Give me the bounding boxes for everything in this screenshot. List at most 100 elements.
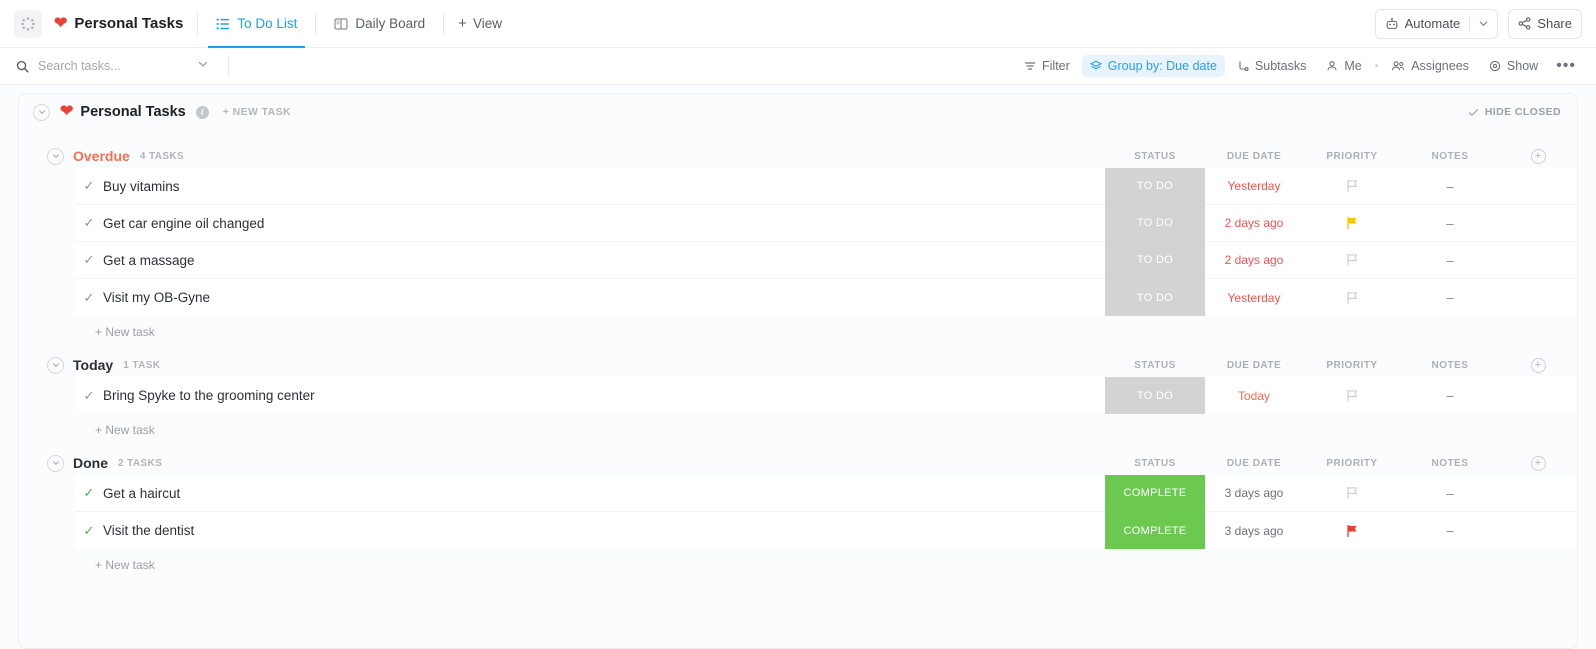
add-column-icon[interactable]: + bbox=[1530, 455, 1546, 471]
status-badge[interactable]: TO DO bbox=[1105, 204, 1205, 242]
flag-red-icon bbox=[1346, 524, 1357, 537]
priority-flag[interactable] bbox=[1303, 486, 1401, 500]
notes-cell[interactable]: – bbox=[1401, 253, 1499, 268]
search-chevron-down-icon[interactable] bbox=[197, 57, 209, 75]
new-task-row[interactable]: + New task bbox=[19, 316, 1577, 339]
column-header-notes[interactable]: NOTES bbox=[1401, 458, 1499, 469]
column-header-priority[interactable]: PRIORITY bbox=[1303, 151, 1401, 162]
tab-to-do-list[interactable]: To Do List bbox=[208, 0, 306, 48]
show-button[interactable]: Show bbox=[1481, 55, 1546, 77]
table-row[interactable]: ✓ Buy vitamins TO DO Yesterday – bbox=[75, 167, 1577, 205]
automate-button[interactable]: Automate bbox=[1374, 8, 1499, 39]
list-title[interactable]: ❤ Personal Tasks i bbox=[60, 104, 209, 120]
status-badge[interactable]: TO DO bbox=[1105, 241, 1205, 279]
task-checkbox[interactable]: ✓ bbox=[75, 523, 103, 539]
column-header-priority[interactable]: PRIORITY bbox=[1303, 458, 1401, 469]
table-row[interactable]: ✓ Get a massage TO DO 2 days ago – bbox=[75, 241, 1577, 279]
due-date[interactable]: Today bbox=[1205, 389, 1303, 403]
info-icon[interactable]: i bbox=[195, 105, 209, 119]
new-task-row[interactable]: + New task bbox=[19, 414, 1577, 437]
tab-label: Daily Board bbox=[355, 16, 426, 31]
notes-cell[interactable]: – bbox=[1401, 216, 1499, 231]
due-date[interactable]: 2 days ago bbox=[1205, 216, 1303, 230]
collapse-group-icon[interactable] bbox=[47, 356, 64, 374]
notes-cell[interactable]: – bbox=[1401, 290, 1499, 305]
table-row[interactable]: ✓ Bring Spyke to the grooming center TO … bbox=[75, 377, 1577, 414]
eye-icon bbox=[1489, 60, 1501, 72]
group-name[interactable]: Overdue bbox=[73, 148, 130, 164]
column-header-status[interactable]: STATUS bbox=[1105, 360, 1205, 371]
priority-flag[interactable] bbox=[1303, 216, 1401, 230]
task-rows: ✓ Bring Spyke to the grooming center TO … bbox=[75, 377, 1577, 414]
more-options-icon[interactable]: ••• bbox=[1550, 58, 1582, 74]
column-header-status[interactable]: STATUS bbox=[1105, 151, 1205, 162]
subtasks-label: Subtasks bbox=[1254, 59, 1307, 73]
task-checkbox[interactable]: ✓ bbox=[75, 215, 103, 231]
hide-closed-toggle[interactable]: HIDE CLOSED bbox=[1468, 106, 1561, 118]
task-checkbox[interactable]: ✓ bbox=[75, 178, 103, 194]
me-button[interactable]: Me bbox=[1318, 55, 1369, 77]
column-header-notes[interactable]: NOTES bbox=[1401, 360, 1499, 371]
task-name: Get car engine oil changed bbox=[103, 215, 265, 231]
notes-cell[interactable]: – bbox=[1401, 179, 1499, 194]
table-row[interactable]: ✓ Get a haircut COMPLETE 3 days ago – bbox=[75, 474, 1577, 512]
column-header-due-date[interactable]: DUE DATE bbox=[1205, 458, 1303, 469]
due-date[interactable]: 2 days ago bbox=[1205, 253, 1303, 267]
collapse-list-icon[interactable] bbox=[33, 103, 50, 121]
notes-cell[interactable]: – bbox=[1401, 486, 1499, 501]
chevron-down-icon[interactable] bbox=[1470, 18, 1497, 29]
task-rows: ✓ Get a haircut COMPLETE 3 days ago – ✓ bbox=[75, 474, 1577, 549]
assignees-button[interactable]: Assignees bbox=[1383, 55, 1477, 77]
priority-flag[interactable] bbox=[1303, 524, 1401, 538]
group-name[interactable]: Today bbox=[73, 357, 113, 373]
share-button[interactable]: Share bbox=[1508, 8, 1582, 39]
table-row[interactable]: ✓ Visit my OB-Gyne TO DO Yesterday – bbox=[75, 279, 1577, 316]
search-input[interactable] bbox=[38, 59, 188, 73]
due-date[interactable]: 3 days ago bbox=[1205, 486, 1303, 500]
filter-button[interactable]: Filter bbox=[1016, 55, 1078, 77]
priority-flag[interactable] bbox=[1303, 291, 1401, 305]
column-headers: STATUS DUE DATE PRIORITY NOTES + bbox=[1105, 148, 1577, 164]
column-header-due-date[interactable]: DUE DATE bbox=[1205, 151, 1303, 162]
notes-cell[interactable]: – bbox=[1401, 523, 1499, 538]
add-view-button[interactable]: + View bbox=[458, 15, 502, 32]
due-date[interactable]: 3 days ago bbox=[1205, 524, 1303, 538]
new-task-button[interactable]: + NEW TASK bbox=[223, 106, 291, 118]
add-column-icon[interactable]: + bbox=[1530, 148, 1546, 164]
status-badge[interactable]: TO DO bbox=[1105, 377, 1205, 414]
task-checkbox[interactable]: ✓ bbox=[75, 290, 103, 306]
app-loader-icon[interactable] bbox=[14, 9, 42, 38]
status-badge[interactable]: COMPLETE bbox=[1105, 512, 1205, 549]
collapse-group-icon[interactable] bbox=[47, 454, 64, 472]
task-checkbox[interactable]: ✓ bbox=[75, 388, 103, 404]
due-date[interactable]: Yesterday bbox=[1205, 291, 1303, 305]
task-checkbox[interactable]: ✓ bbox=[75, 252, 103, 268]
status-badge[interactable]: COMPLETE bbox=[1105, 474, 1205, 512]
collapse-group-icon[interactable] bbox=[47, 147, 64, 165]
group-by-button[interactable]: Group by: Due date bbox=[1081, 55, 1225, 77]
priority-flag[interactable] bbox=[1303, 179, 1401, 193]
new-task-row[interactable]: + New task bbox=[19, 549, 1577, 572]
tab-daily-board[interactable]: Daily Board bbox=[330, 0, 429, 48]
subtasks-button[interactable]: Subtasks bbox=[1229, 55, 1314, 77]
status-badge[interactable]: TO DO bbox=[1105, 279, 1205, 316]
space-title[interactable]: ❤ Personal Tasks bbox=[54, 15, 183, 32]
add-column-icon[interactable]: + bbox=[1530, 357, 1546, 373]
column-header-due-date[interactable]: DUE DATE bbox=[1205, 360, 1303, 371]
priority-flag[interactable] bbox=[1303, 389, 1401, 403]
table-row[interactable]: ✓ Visit the dentist COMPLETE 3 days ago … bbox=[75, 512, 1577, 549]
dotted-circle-icon bbox=[21, 17, 35, 30]
priority-flag[interactable] bbox=[1303, 253, 1401, 267]
status-badge[interactable]: TO DO bbox=[1105, 167, 1205, 205]
column-header-status[interactable]: STATUS bbox=[1105, 458, 1205, 469]
search-box[interactable] bbox=[16, 57, 216, 75]
column-header-priority[interactable]: PRIORITY bbox=[1303, 360, 1401, 371]
table-row[interactable]: ✓ Get car engine oil changed TO DO 2 day… bbox=[75, 204, 1577, 242]
due-date[interactable]: Yesterday bbox=[1205, 179, 1303, 193]
task-checkbox[interactable]: ✓ bbox=[75, 485, 103, 501]
search-icon bbox=[16, 60, 29, 72]
main-content: ❤ Personal Tasks i + NEW TASK HIDE CLOSE… bbox=[0, 85, 1596, 649]
column-header-notes[interactable]: NOTES bbox=[1401, 151, 1499, 162]
notes-cell[interactable]: – bbox=[1401, 388, 1499, 403]
group-name[interactable]: Done bbox=[73, 455, 108, 471]
